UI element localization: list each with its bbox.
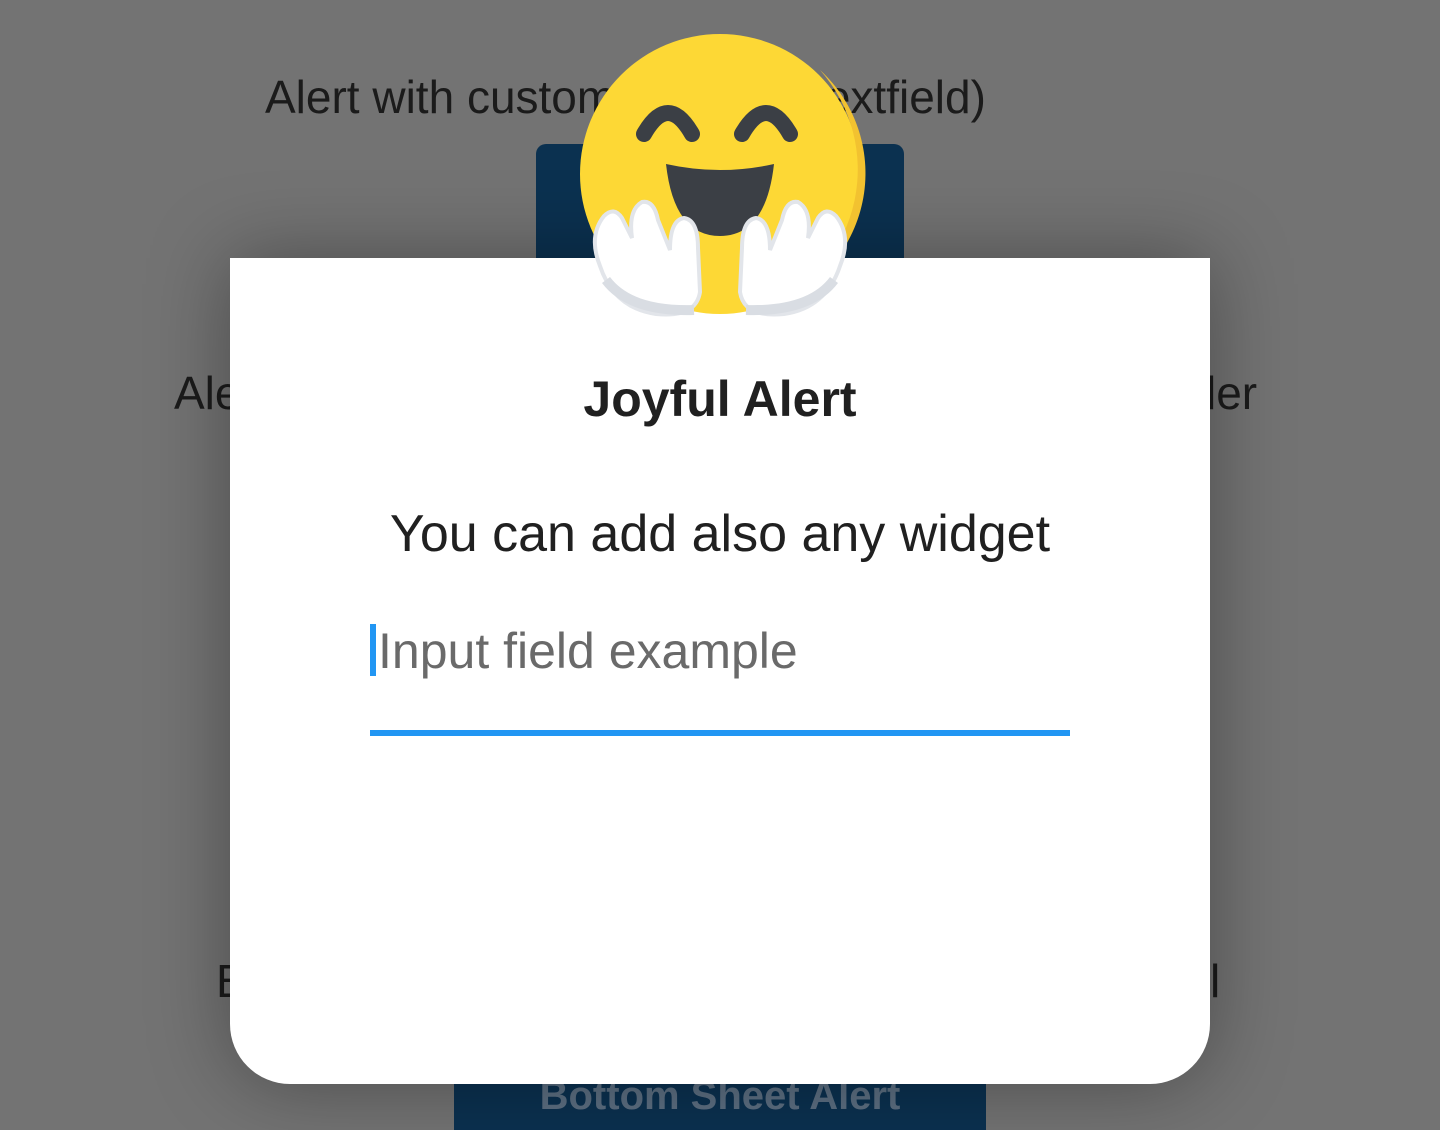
dialog-message: You can add also any widget (389, 505, 1051, 563)
text-cursor (370, 624, 376, 676)
dialog-title: Joyful Alert (583, 371, 857, 427)
input-field-text[interactable] (370, 618, 1070, 684)
hugging-face-emoji-icon (570, 30, 870, 330)
input-underline (370, 730, 1070, 736)
third-section-label-right: l (1210, 955, 1221, 1007)
input-field[interactable] (370, 618, 1070, 736)
joyful-alert-dialog: Joyful Alert You can add also any widget (230, 258, 1210, 1084)
second-section-label-right: ler (1206, 367, 1258, 419)
